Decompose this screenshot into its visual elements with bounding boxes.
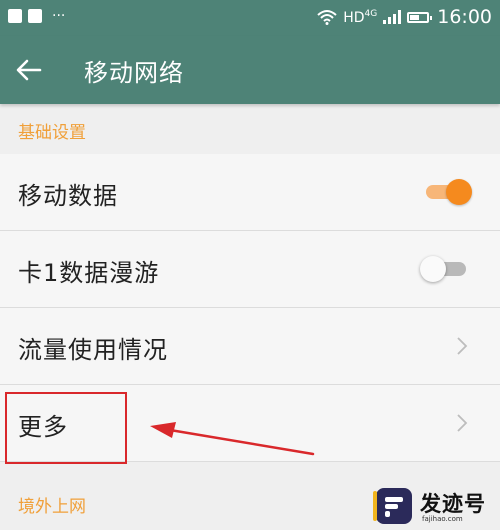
section-header-basic-settings: 基础设置 (0, 104, 500, 154)
toggle-thumb (420, 256, 446, 282)
chevron-right-icon (457, 337, 468, 355)
status-time: 16:00 (437, 6, 492, 28)
network-type-label: 4G (364, 9, 378, 19)
annotation-arrow (150, 422, 315, 456)
status-bar-system: HD4G 16:00 (317, 6, 492, 28)
toggle-thumb (446, 179, 472, 205)
watermark-url: fajihao.com (422, 515, 463, 523)
signal-icon (383, 10, 402, 24)
chevron-right-icon (457, 414, 468, 432)
data-roaming-toggle[interactable] (420, 256, 468, 282)
battery-icon (407, 11, 433, 23)
section-header-label: 基础设置 (18, 123, 86, 143)
status-bar-notifications: ··· (8, 9, 65, 23)
status-bar: ··· HD4G 16:00 (0, 0, 500, 36)
watermark-logo: 发迹号 fajihao.com (368, 482, 498, 528)
setting-label: 卡1数据漫游 (18, 259, 160, 287)
notification-app-icon (8, 9, 22, 23)
page-title: 移动网络 (84, 59, 184, 87)
watermark-name: 发迹号 (420, 492, 486, 516)
setting-label: 流量使用情况 (18, 336, 168, 364)
app-toolbar: 移动网络 (0, 36, 500, 104)
setting-data-roaming[interactable]: 卡1数据漫游 (0, 231, 500, 308)
back-arrow-icon[interactable] (14, 55, 44, 85)
hd-network-indicator: HD4G (343, 8, 377, 26)
mobile-data-toggle[interactable] (424, 179, 472, 205)
setting-data-usage[interactable]: 流量使用情况 (0, 308, 500, 385)
notification-image-icon (28, 9, 42, 23)
setting-label: 移动数据 (18, 182, 118, 210)
more-notifications-indicator: ··· (52, 8, 66, 24)
watermark-brand-icon (373, 488, 412, 524)
setting-mobile-data[interactable]: 移动数据 (0, 154, 500, 231)
wifi-icon (317, 10, 337, 25)
hd-label: HD (343, 10, 365, 26)
annotation-highlight-box (5, 392, 127, 464)
section-header-label: 境外上网 (18, 497, 86, 517)
